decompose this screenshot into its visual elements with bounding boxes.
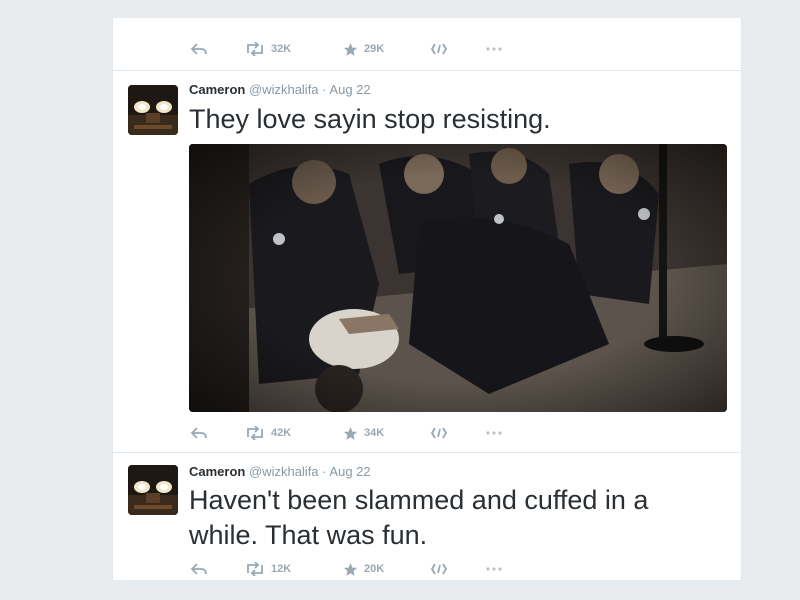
tweet-divider <box>113 452 741 453</box>
tweet-divider <box>113 70 741 71</box>
retweet-count: 42K <box>271 427 292 439</box>
tweet-actions: 32K 29K <box>191 39 551 59</box>
pocket-button[interactable] <box>431 39 447 59</box>
retweet-button[interactable]: 42K <box>245 423 291 443</box>
retweet-button[interactable]: 32K <box>245 39 291 59</box>
reply-icon <box>191 43 207 55</box>
more-icon <box>486 47 502 51</box>
tweet-header: Cameron @wizkhalifa · Aug 22 <box>189 464 371 480</box>
retweet-count: 32K <box>271 43 292 55</box>
star-icon <box>343 426 358 440</box>
pocket-button[interactable] <box>431 423 447 443</box>
avatar-image <box>128 465 178 515</box>
pocket-icon <box>431 43 447 55</box>
star-icon <box>343 42 358 56</box>
tweet-actions: 42K 34K <box>191 423 551 443</box>
more-button[interactable] <box>485 559 503 579</box>
more-button[interactable] <box>485 39 503 59</box>
photo-image <box>189 144 727 412</box>
star-icon <box>343 562 358 576</box>
avatar-image <box>128 85 178 135</box>
reply-button[interactable] <box>191 423 207 443</box>
reply-button[interactable] <box>191 39 207 59</box>
timeline: 32K 29K Cameron @wizkhalifa · Aug 22 The… <box>112 18 742 580</box>
author-name[interactable]: Cameron <box>189 464 245 479</box>
retweet-button[interactable]: 12K <box>245 559 291 579</box>
tweet-actions: 12K 20K <box>191 559 551 579</box>
tweet-text-line: while. That was fun. <box>189 520 428 550</box>
more-button[interactable] <box>485 423 503 443</box>
tweet-date[interactable]: Aug 22 <box>329 464 370 479</box>
more-icon <box>486 567 502 571</box>
avatar[interactable] <box>128 465 178 515</box>
author-name[interactable]: Cameron <box>189 82 245 97</box>
reply-icon <box>191 563 207 575</box>
pocket-icon <box>431 563 447 575</box>
header-separator: · <box>322 82 327 97</box>
retweet-icon <box>247 42 263 56</box>
favorite-button[interactable]: 34K <box>343 423 384 443</box>
favorite-button[interactable]: 20K <box>343 559 384 579</box>
favorite-button[interactable]: 29K <box>343 39 384 59</box>
more-icon <box>486 431 502 435</box>
pocket-button[interactable] <box>431 559 447 579</box>
reply-icon <box>191 427 207 439</box>
retweet-count: 12K <box>271 563 292 575</box>
tweet-header: Cameron @wizkhalifa · Aug 22 <box>189 82 371 98</box>
pocket-icon <box>431 427 447 439</box>
favorite-count: 34K <box>364 427 385 439</box>
tweet-date[interactable]: Aug 22 <box>329 82 370 97</box>
favorite-count: 29K <box>364 43 385 55</box>
retweet-icon <box>247 426 263 440</box>
header-separator: · <box>322 464 327 479</box>
author-handle[interactable]: @wizkhalifa <box>249 464 319 479</box>
tweet-text-line: Haven't been slammed and cuffed in a <box>189 485 649 515</box>
reply-button[interactable] <box>191 559 207 579</box>
tweet-text: They love sayin stop resisting. <box>189 104 551 134</box>
favorite-count: 20K <box>364 563 385 575</box>
tweet-photo[interactable] <box>189 144 727 412</box>
author-handle[interactable]: @wizkhalifa <box>249 82 319 97</box>
retweet-icon <box>247 562 263 576</box>
avatar[interactable] <box>128 85 178 135</box>
